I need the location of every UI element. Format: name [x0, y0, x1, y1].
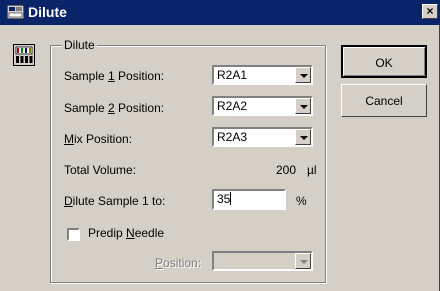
label-text: Position:	[114, 69, 165, 83]
label-accelerator: N	[126, 226, 135, 240]
dilute-label: Dilute Sample 1 to:	[64, 194, 165, 208]
close-button[interactable]: ×	[422, 4, 438, 19]
mix-label: Mix Position:	[64, 132, 132, 146]
select-value: R2A2	[217, 99, 248, 113]
label-text: Sample	[64, 101, 109, 115]
label-text: Predip	[88, 226, 127, 240]
dilute-unit: %	[296, 194, 307, 208]
label-accelerator: P	[155, 256, 164, 270]
predip-needle-checkbox[interactable]	[67, 228, 80, 241]
button-label: OK	[375, 56, 393, 70]
total-volume-label: Total Volume:	[64, 163, 137, 177]
label-accelerator: 1	[108, 69, 115, 83]
label-text: Sample	[64, 69, 109, 83]
instrument-icon	[13, 44, 35, 66]
position-label: Position:	[155, 256, 201, 270]
chevron-down-icon[interactable]	[295, 129, 311, 145]
window-title: Dilute	[28, 4, 67, 20]
label-accelerator: 2	[108, 101, 115, 115]
label-text: ilute Sample 1 to:	[72, 194, 166, 208]
dilute-dialog: Dilute × Dilute Sample 1 Position: R2A1 …	[0, 0, 440, 291]
text-caret	[230, 192, 232, 205]
chevron-down-icon[interactable]	[295, 253, 311, 269]
cancel-button[interactable]: Cancel	[341, 84, 427, 117]
chevron-down-icon[interactable]	[295, 67, 311, 83]
input-text: 35	[217, 192, 231, 206]
sample2-label: Sample 2 Position:	[64, 101, 164, 115]
input-value: 35	[217, 192, 232, 206]
dilute-window-icon	[6, 4, 25, 20]
total-volume-unit: µl	[307, 163, 317, 177]
ok-button[interactable]: OK	[341, 45, 427, 78]
chevron-down-icon[interactable]	[295, 98, 311, 114]
label-accelerator: D	[64, 194, 73, 208]
label-accelerator: M	[64, 132, 74, 146]
total-volume-value: 200	[276, 163, 297, 177]
position-select[interactable]	[212, 251, 313, 271]
sample2-position-select[interactable]: R2A2	[212, 96, 313, 116]
groupbox-label: Dilute	[62, 38, 97, 52]
mix-position-select[interactable]: R2A3	[212, 127, 313, 147]
predip-needle-label[interactable]: Predip Needle	[88, 226, 164, 240]
button-label: Cancel	[365, 94, 403, 108]
select-value: R2A1	[217, 68, 248, 82]
select-value: R2A3	[217, 130, 248, 144]
label-text: eedle	[134, 226, 165, 240]
title-bar: Dilute ×	[0, 0, 440, 25]
sample1-label: Sample 1 Position:	[64, 69, 164, 83]
sample1-position-select[interactable]: R2A1	[212, 65, 313, 85]
label-text: osition:	[163, 256, 202, 270]
dilute-percent-input[interactable]: 35	[212, 189, 286, 210]
label-text: Position:	[114, 101, 165, 115]
label-text: ix Position:	[74, 132, 133, 146]
